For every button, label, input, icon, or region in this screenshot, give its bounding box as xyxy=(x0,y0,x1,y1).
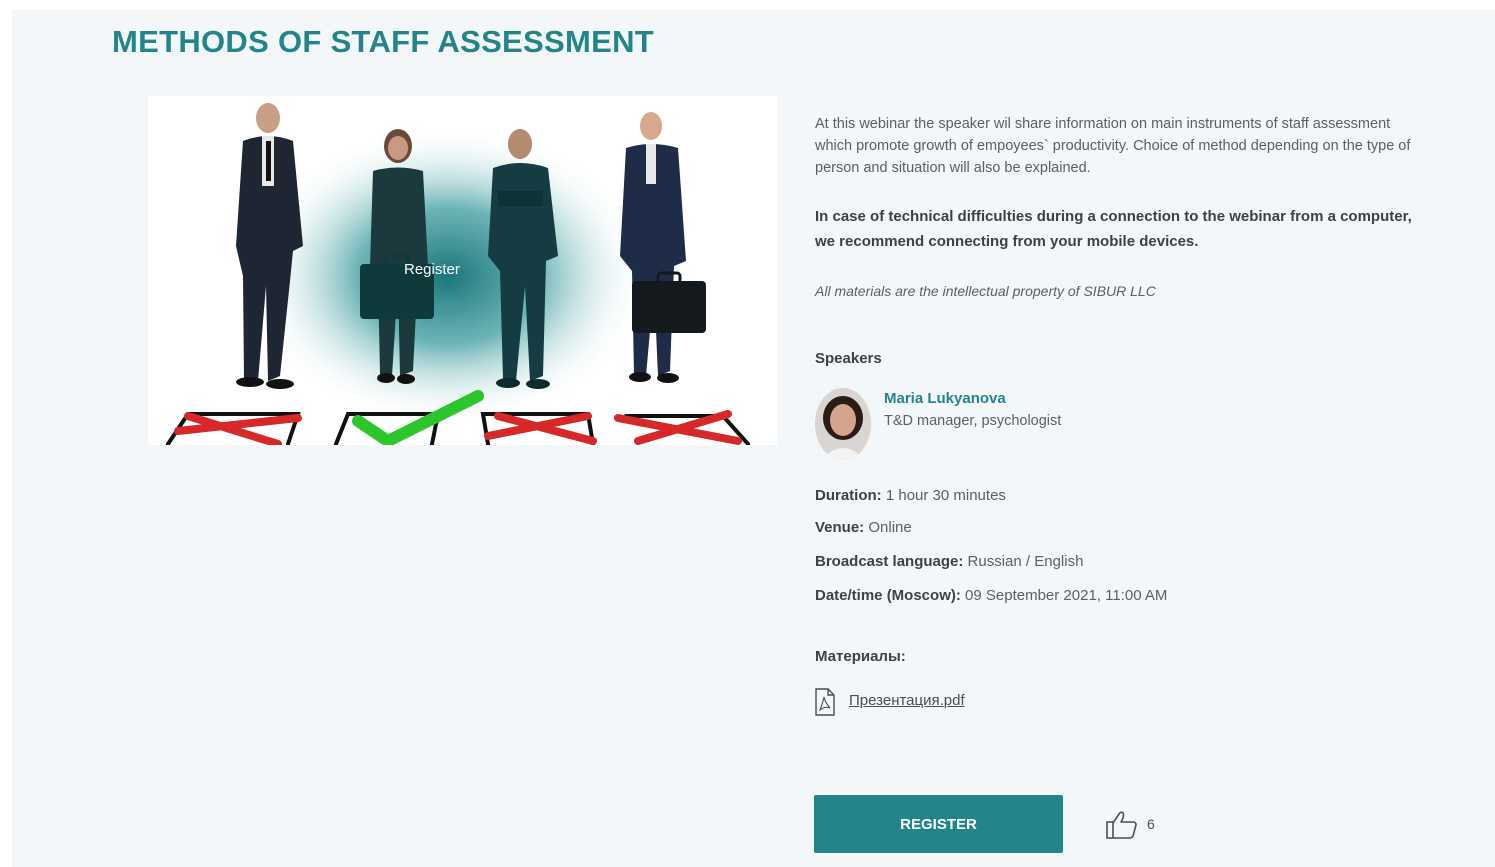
speaker-role: T&D manager, psychologist xyxy=(884,413,1062,429)
datetime-label: Date/time (Moscow): xyxy=(815,587,961,604)
materials-heading: Материалы: xyxy=(815,648,906,665)
technical-note: In case of technical difficulties during… xyxy=(815,208,1412,250)
intellectual-property-note: All materials are the intellectual prope… xyxy=(815,283,1156,299)
materials-file-link[interactable]: Презентация.pdf xyxy=(849,692,965,709)
speaker-avatar[interactable] xyxy=(815,388,871,460)
page: METHODS OF STAFF ASSESSMENT Register At … xyxy=(12,10,1495,867)
venue-label: Venue: xyxy=(815,519,865,536)
webinar-description: At this webinar the speaker wil share in… xyxy=(815,116,1411,176)
language-value: Russian / English xyxy=(963,553,1084,570)
venue-row: Venue: Online xyxy=(815,519,912,536)
datetime-row: Date/time (Moscow): 09 September 2021, 1… xyxy=(815,587,1167,604)
webinar-illustration xyxy=(148,96,777,445)
webinar-video-preview[interactable]: Register xyxy=(148,96,777,445)
speaker-name[interactable]: Maria Lukyanova xyxy=(884,390,1006,407)
page-title: METHODS OF STAFF ASSESSMENT xyxy=(112,24,655,59)
likes-count: 6 xyxy=(1147,816,1155,832)
datetime-value: 09 September 2021, 11:00 AM xyxy=(960,587,1168,604)
duration-value: 1 hour 30 minutes xyxy=(881,487,1006,504)
thumbs-up-icon[interactable] xyxy=(1105,810,1139,840)
video-register-label[interactable]: Register xyxy=(404,261,460,278)
language-row: Broadcast language: Russian / English xyxy=(815,553,1083,570)
duration-row: Duration: 1 hour 30 minutes xyxy=(815,487,1006,504)
avatar-photo xyxy=(815,388,871,460)
speakers-heading: Speakers xyxy=(815,350,882,367)
pdf-file-icon[interactable] xyxy=(814,688,836,716)
language-label: Broadcast language: xyxy=(815,553,964,570)
play-icon[interactable] xyxy=(148,96,190,162)
venue-value: Online xyxy=(864,519,912,536)
duration-label: Duration: xyxy=(815,487,882,504)
register-button[interactable]: REGISTER xyxy=(814,795,1063,853)
